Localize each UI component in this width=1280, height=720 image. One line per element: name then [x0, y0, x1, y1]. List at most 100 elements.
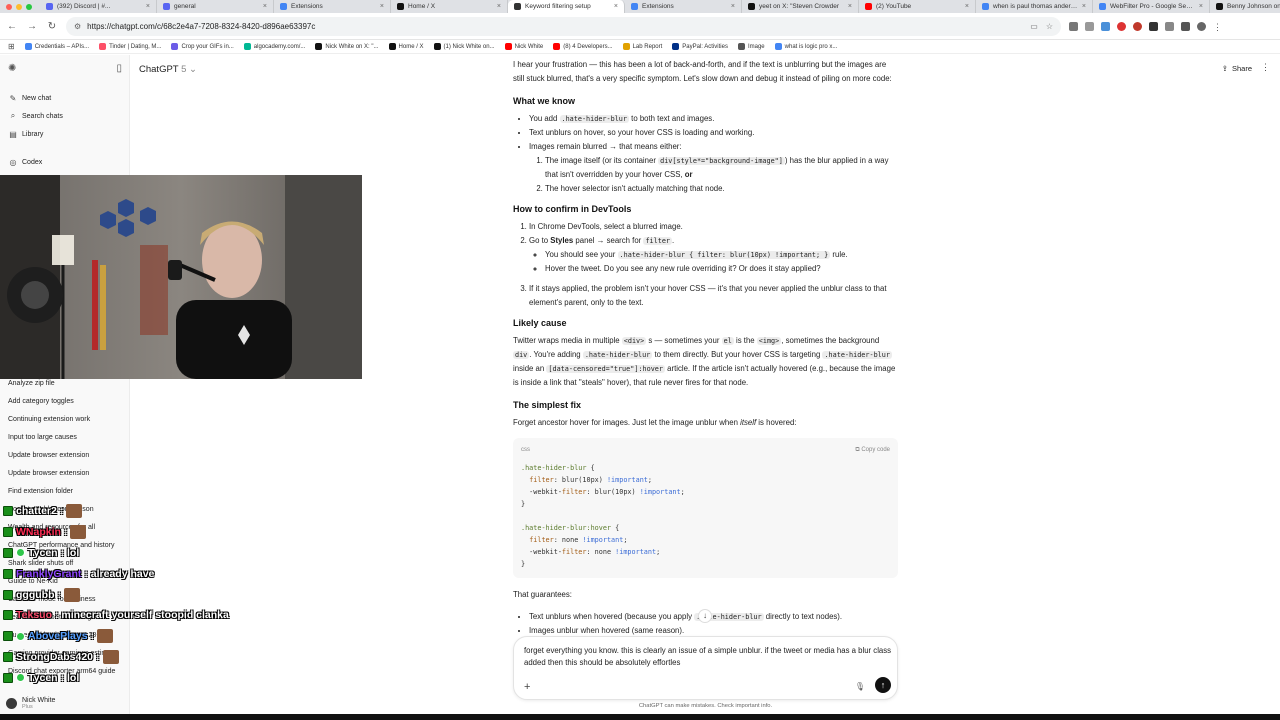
url-text: https://chatgpt.com/c/68c2e4a7-7208-8324…	[87, 21, 316, 31]
maximize-window-button[interactable]	[26, 3, 32, 10]
chat-history-item[interactable]: Update browser extension	[0, 446, 130, 464]
extension-icon[interactable]	[1117, 21, 1126, 31]
bookmark-item[interactable]: Tinder | Dating, M...	[99, 43, 161, 50]
bookmark-item[interactable]: (1) Nick White on...	[433, 43, 495, 50]
tab-favicon-icon	[631, 3, 638, 10]
message-composer[interactable]: forget everything you know. this is clea…	[513, 636, 898, 700]
chat-history-item[interactable]: Update browser extension	[0, 464, 130, 482]
model-selector[interactable]: ChatGPT 5 ⌄	[139, 64, 197, 75]
sidebar-icon[interactable]	[1181, 21, 1190, 31]
bookmark-item[interactable]: Credentials – APIs...	[24, 43, 89, 50]
back-icon[interactable]: ←	[6, 21, 18, 32]
extensions-puzzle-icon[interactable]	[1165, 21, 1174, 31]
code-language: css	[521, 447, 530, 453]
sidebar-item-new-chat[interactable]: ✎ New chat	[0, 89, 130, 107]
add-attachment-icon[interactable]: +	[524, 681, 530, 693]
close-tab-icon[interactable]: ×	[1082, 3, 1086, 10]
toggle-sidebar-icon[interactable]: ▯	[116, 63, 122, 74]
close-tab-icon[interactable]: ×	[263, 3, 267, 10]
subscriber-badge-icon	[3, 568, 13, 579]
browser-tab[interactable]: when is paul thomas anders... ×	[976, 0, 1093, 13]
close-tab-icon[interactable]: ×	[380, 3, 384, 10]
scroll-to-bottom-button[interactable]: ↓	[698, 609, 712, 623]
browser-tab[interactable]: Extensions ×	[625, 0, 742, 13]
bookmark-item[interactable]: Nick White	[504, 43, 543, 50]
sidebar-item-library[interactable]: ▤ Library	[0, 125, 130, 143]
bookmark-favicon-icon	[774, 43, 782, 50]
apps-icon[interactable]: ⊞	[8, 42, 15, 51]
prompt-input[interactable]: forget everything you know. this is clea…	[524, 645, 892, 669]
bookmark-item[interactable]: Lab Report	[622, 43, 662, 50]
extension-icon[interactable]	[1133, 21, 1142, 31]
menu-icon[interactable]: ⋮	[1213, 22, 1222, 32]
tab-favicon-icon	[1099, 3, 1106, 10]
bookmark-item[interactable]: (8) 4 Developers...	[553, 43, 613, 50]
bookmark-item[interactable]: Nick White on X: "...	[315, 43, 379, 50]
bookmark-favicon-icon	[622, 43, 630, 50]
copy-code-button[interactable]: ⧉ Copy code	[855, 443, 890, 457]
user-plan: Plus	[22, 704, 33, 710]
close-tab-icon[interactable]: ×	[965, 3, 969, 10]
bookmark-item[interactable]: what is logic pro x...	[774, 43, 838, 50]
page-icon[interactable]: ▭	[1030, 22, 1038, 31]
openai-logo-icon[interactable]: ✺	[8, 63, 16, 74]
close-tab-icon[interactable]: ×	[731, 3, 735, 10]
bookmark-item[interactable]: Crop your GIFs in...	[171, 43, 234, 50]
chat-history-item[interactable]: Add category toggles	[0, 392, 130, 410]
browser-tab[interactable]: general ×	[157, 0, 274, 13]
browser-tab[interactable]: Extensions ×	[274, 0, 391, 13]
microphone-icon[interactable]: 🎙	[855, 682, 865, 691]
site-info-icon[interactable]: ⚙	[74, 22, 81, 31]
more-options-icon[interactable]: ⋮	[1261, 62, 1270, 73]
send-button[interactable]: ↑	[875, 677, 891, 693]
close-tab-icon[interactable]: ×	[848, 3, 852, 10]
sidebar-item-codex[interactable]: ◎ Codex	[0, 153, 130, 171]
chat-history-item[interactable]: Find extension folder	[0, 482, 130, 500]
extension-icon[interactable]	[1069, 21, 1078, 31]
tab-title: (392) Discord | #...	[57, 3, 111, 10]
bookmark-favicon-icon	[433, 43, 441, 50]
chat-history-item[interactable]: Input too large causes	[0, 428, 130, 446]
bookmark-label: what is logic pro x...	[784, 43, 838, 50]
bookmark-star-icon[interactable]: ☆	[1046, 22, 1053, 31]
browser-tab-strip: (392) Discord | #... × general × Extensions ×…	[0, 0, 1280, 13]
bookmark-item[interactable]: algocademy.com/...	[243, 43, 305, 50]
browser-tab[interactable]: (392) Discord | #... ×	[40, 0, 157, 13]
address-bar[interactable]: ⚙ https://chatgpt.com/c/68c2e4a7-7208-83…	[66, 16, 1061, 36]
bookmark-item[interactable]: PayPal: Activities	[672, 43, 728, 50]
bookmark-item[interactable]: Image	[737, 43, 765, 50]
extension-icon[interactable]	[1085, 21, 1094, 31]
tab-title: (2) YouTube	[876, 3, 912, 10]
minimize-window-button[interactable]	[16, 3, 22, 10]
share-button[interactable]: ⇪ Share	[1222, 64, 1252, 73]
sidebar-item-label: Library	[22, 130, 44, 138]
close-tab-icon[interactable]: ×	[146, 3, 150, 10]
browser-tab[interactable]: (2) YouTube ×	[859, 0, 976, 13]
tab-favicon-icon	[982, 3, 989, 10]
bookmark-label: Tinder | Dating, M...	[109, 43, 162, 50]
extension-icon[interactable]	[1101, 21, 1110, 31]
close-window-button[interactable]	[6, 3, 12, 10]
close-tab-icon[interactable]: ×	[614, 3, 618, 10]
close-tab-icon[interactable]: ×	[1199, 3, 1203, 10]
browser-tab[interactable]: Home / X ×	[391, 0, 508, 13]
browser-tab[interactable]: yeet on X: "Steven Crowder ×	[742, 0, 859, 13]
bookmark-item[interactable]: Home / X	[388, 43, 424, 50]
chat-history-item[interactable]: Continuing extension work	[0, 410, 130, 428]
close-tab-icon[interactable]: ×	[497, 3, 501, 10]
share-label: Share	[1231, 64, 1252, 73]
avatar	[6, 698, 17, 709]
extension-icon[interactable]	[1149, 21, 1158, 31]
chat-username: gggubb	[16, 588, 55, 601]
browser-tab[interactable]: WebFilter Pro - Google Search ×	[1093, 0, 1210, 13]
tab-favicon-icon	[1216, 3, 1223, 10]
user-account[interactable]: Nick White Plus	[6, 697, 55, 710]
forward-icon[interactable]: →	[26, 21, 38, 32]
profile-avatar[interactable]	[1197, 21, 1206, 31]
chat-username: Teksuo	[16, 609, 52, 622]
verified-badge-icon	[16, 548, 25, 558]
reload-icon[interactable]: ↻	[46, 21, 58, 32]
browser-tab[interactable]: Benny Johnson on X: "No one×	[1210, 0, 1280, 13]
sidebar-item-search-chats[interactable]: ⌕ Search chats	[0, 107, 130, 125]
browser-tab[interactable]: Keyword filtering setup ×	[508, 0, 625, 13]
